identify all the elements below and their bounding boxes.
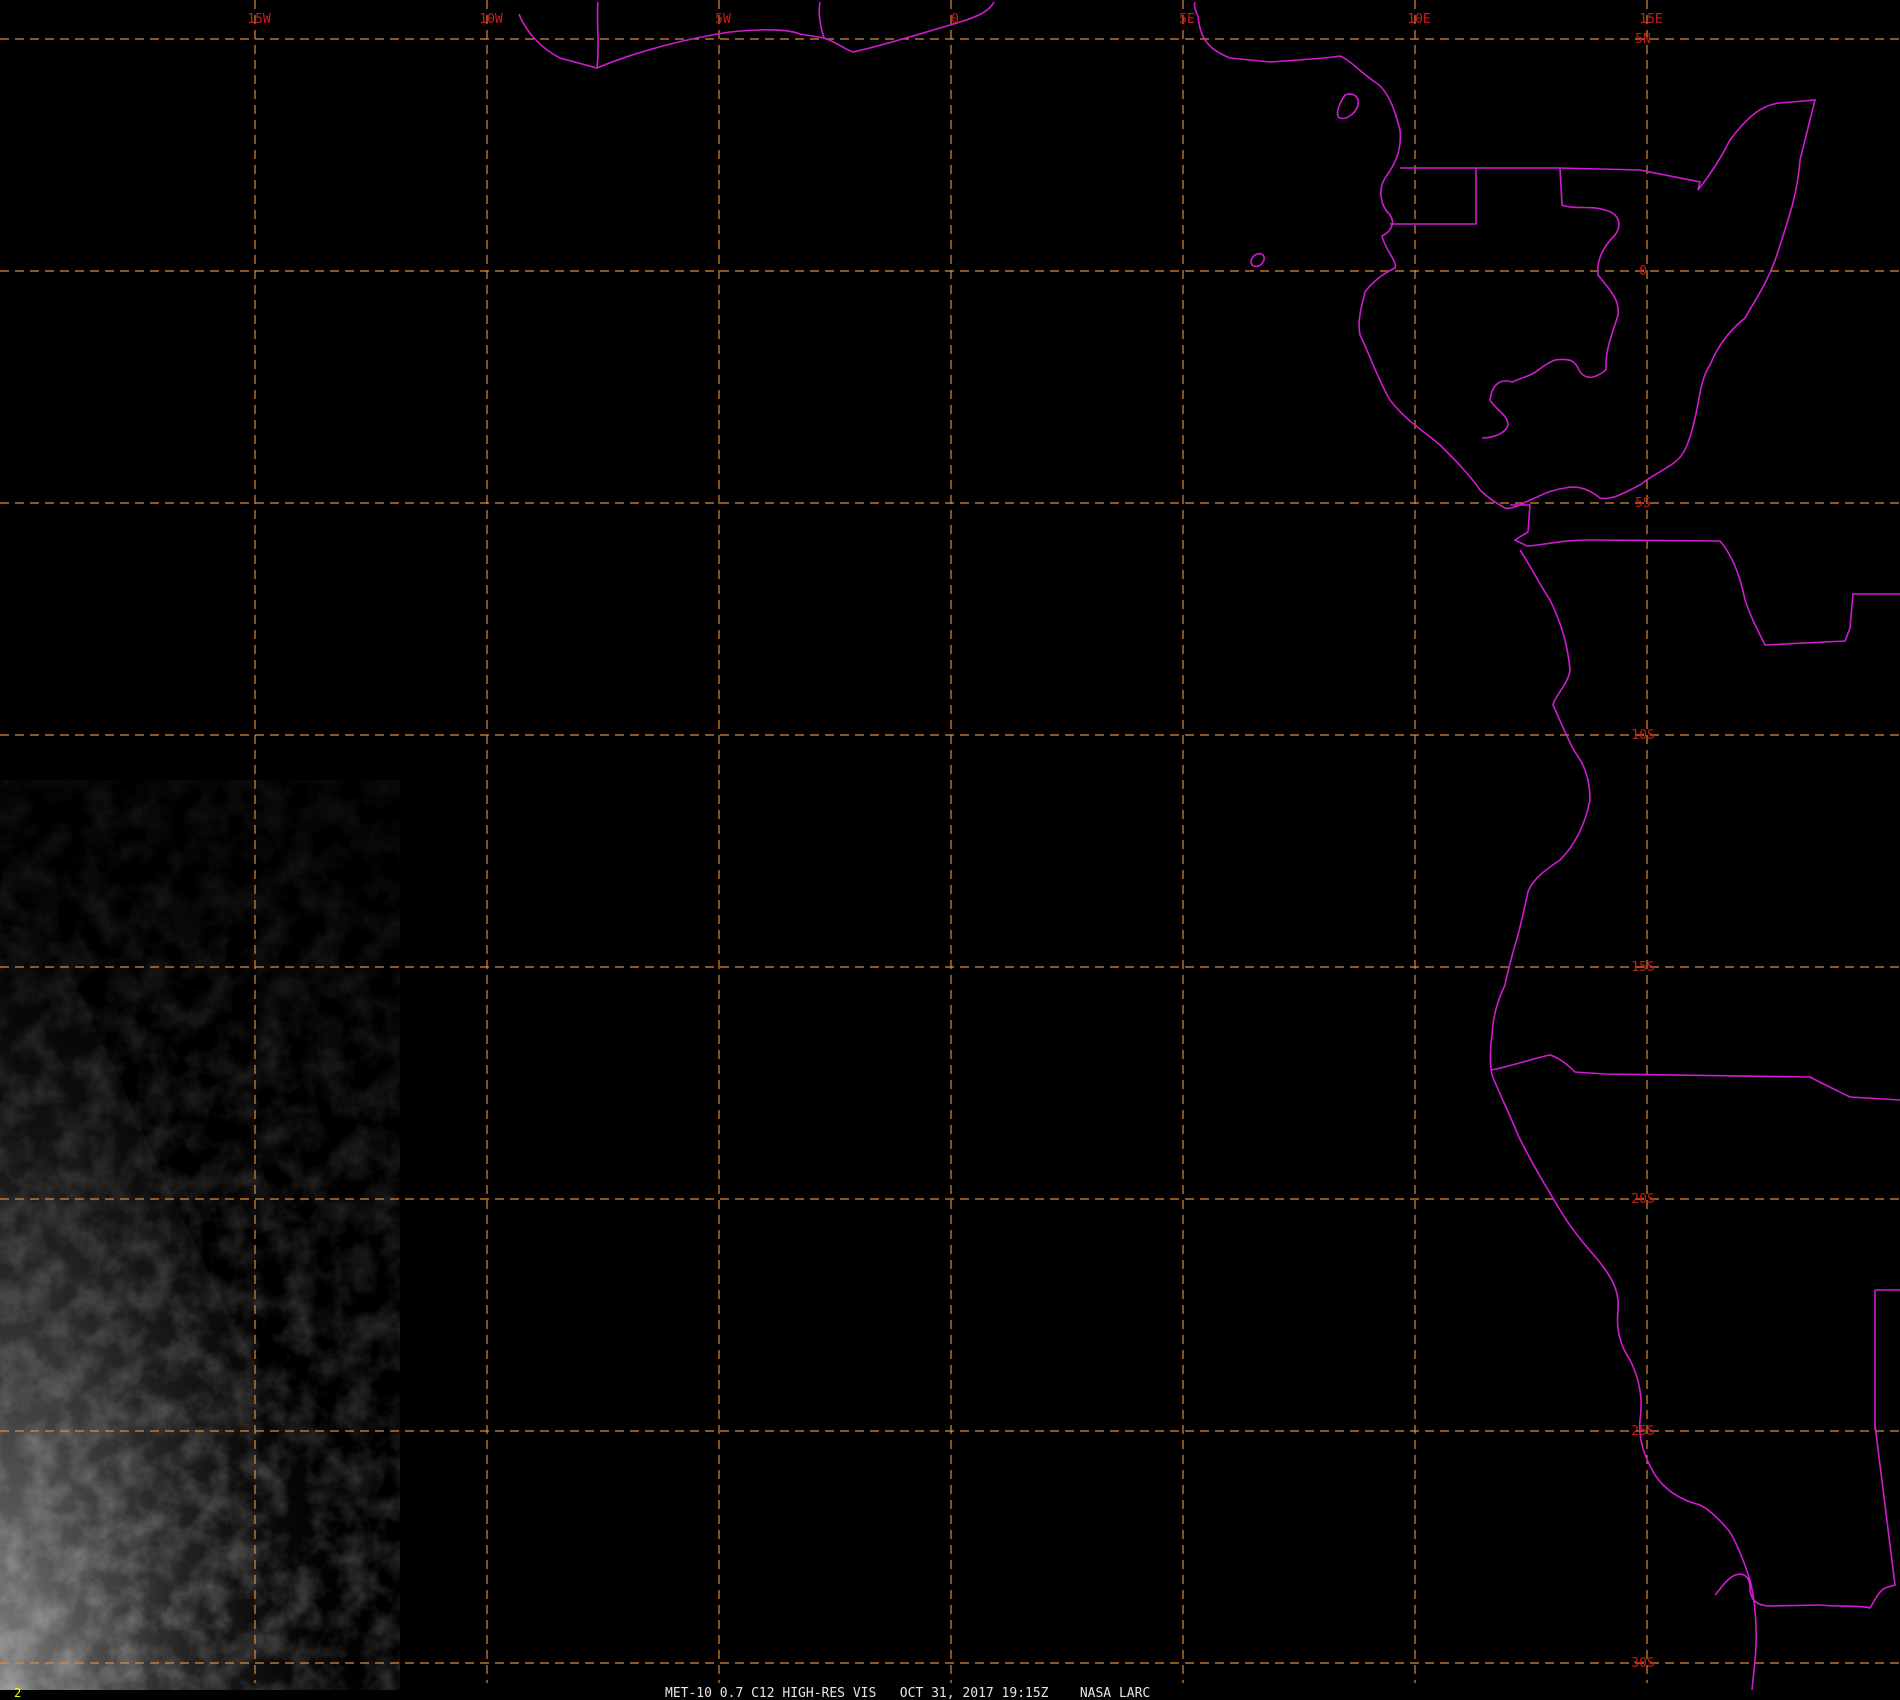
longitude-label: 15W bbox=[247, 12, 271, 27]
satellite-map: 15W 10W 5W 0 5E 10E 15E5N05S10S15S20S25S30S 2 … bbox=[0, 0, 1900, 1700]
longitude-label: 5E bbox=[1179, 12, 1195, 27]
latitude-label: 0 bbox=[1639, 264, 1647, 279]
longitude-label: 5W bbox=[715, 12, 731, 27]
latitude-label: 5S bbox=[1635, 496, 1651, 511]
longitude-label: 10W bbox=[479, 12, 503, 27]
longitude-label: 15E bbox=[1639, 12, 1662, 27]
latitude-label: 30S bbox=[1631, 1656, 1654, 1671]
latitude-label: 10S bbox=[1631, 728, 1654, 743]
border-line-west bbox=[596, 1, 599, 69]
satellite-map-viewport[interactable]: 15W 10W 5W 0 5E 10E 15E 5N 0 5S 10S 15S 20S 25S 30S 2 … bbox=[0, 0, 1900, 1700]
image-caption: MET-10 0.7 C12 HIGH-RES VIS OCT 31, 2017… bbox=[665, 1686, 1150, 1700]
latitude-label: 5N bbox=[1635, 32, 1651, 47]
latitude-label: 20S bbox=[1631, 1192, 1654, 1207]
cloud-imagery bbox=[0, 780, 400, 1690]
latitude-label: 15S bbox=[1631, 960, 1654, 975]
frame-number: 2 bbox=[14, 1686, 21, 1700]
longitude-label: 0 bbox=[951, 12, 959, 27]
longitude-label: 10E bbox=[1407, 12, 1430, 27]
latitude-label: 25S bbox=[1631, 1424, 1654, 1439]
